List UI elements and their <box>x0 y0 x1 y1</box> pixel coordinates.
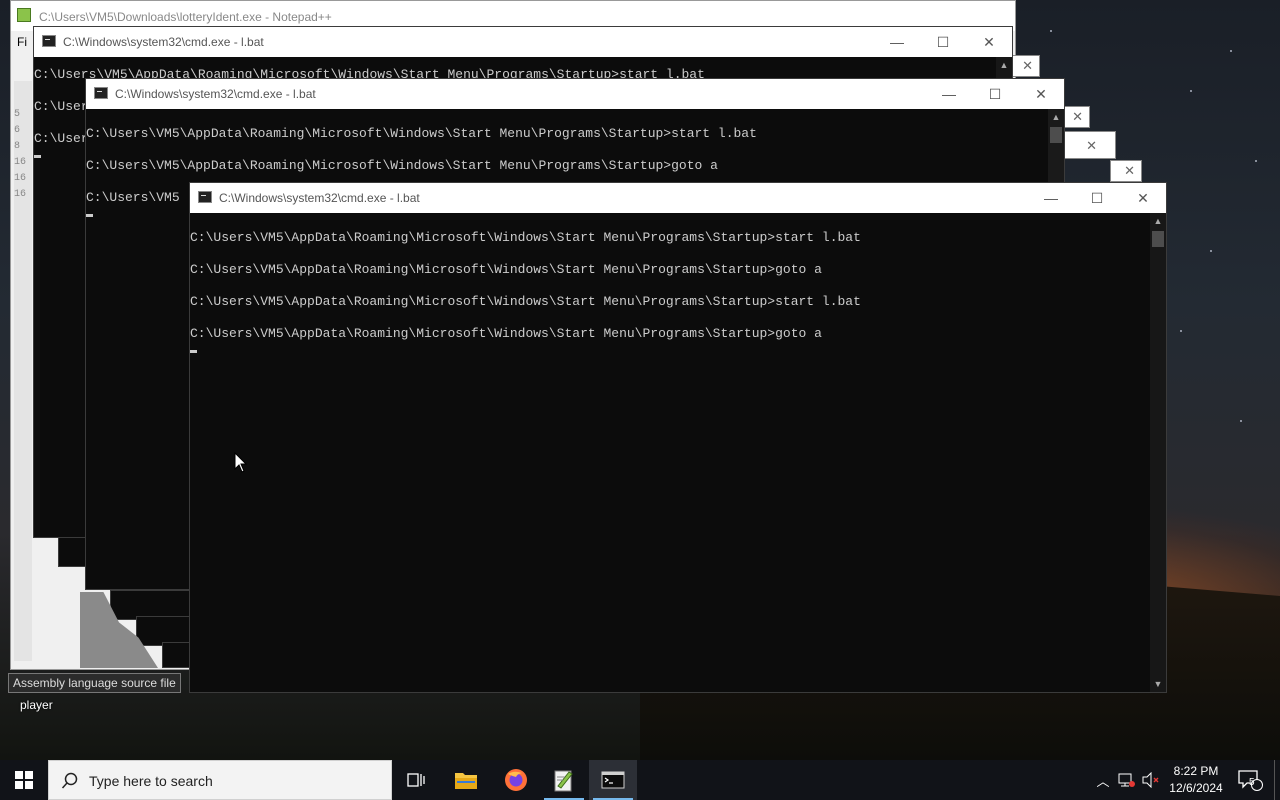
stacked-window-edge[interactable] <box>162 642 190 668</box>
minimize-icon[interactable]: — <box>1028 183 1074 213</box>
mouse-pointer-icon <box>234 452 248 473</box>
text-cursor <box>34 155 41 158</box>
minimize-icon[interactable]: — <box>874 27 920 57</box>
task-view-icon <box>407 773 425 787</box>
notepadpp-menu-file[interactable]: Fi <box>17 35 27 49</box>
star <box>1240 420 1242 422</box>
star <box>1210 250 1212 252</box>
text-cursor <box>190 350 197 353</box>
console-line: C:\Users\VM5\AppData\Roaming\Microsoft\W… <box>190 230 861 245</box>
speaker-muted-icon <box>1142 772 1159 788</box>
search-placeholder: Type here to search <box>89 773 213 789</box>
console-line: C:\Users\VM5\AppData\Roaming\Microsoft\W… <box>190 294 861 309</box>
show-desktop-button[interactable] <box>1274 760 1275 800</box>
console-line: C:\Users\VM5\AppData\Roaming\Microsoft\W… <box>190 262 822 277</box>
clock-date: 12/6/2024 <box>1169 781 1223 795</box>
windows-logo-icon <box>15 771 33 789</box>
chevron-up-icon: ︿ <box>1096 773 1110 789</box>
notepadpp-title: C:\Users\VM5\Downloads\lotteryIdent.exe … <box>39 10 332 24</box>
scroll-thumb[interactable] <box>1152 231 1164 247</box>
action-center-button[interactable]: 5 <box>1232 760 1268 800</box>
task-view-button[interactable] <box>392 760 440 800</box>
notepadpp-taskbar-button[interactable] <box>540 760 588 800</box>
titlebar[interactable]: C:\Windows\system32\cmd.exe - l.bat — ☐ … <box>34 27 1012 57</box>
star <box>1180 330 1182 332</box>
search-box[interactable]: Type here to search <box>48 760 392 800</box>
minimize-icon[interactable]: — <box>926 79 972 109</box>
gutter-number: 5 <box>14 109 21 120</box>
maximize-icon[interactable]: ☐ <box>1074 183 1120 213</box>
scroll-down-icon[interactable]: ▼ <box>1150 676 1166 692</box>
cmd-window-front[interactable]: C:\Windows\system32\cmd.exe - l.bat — ☐ … <box>189 182 1167 693</box>
network-button[interactable] <box>1116 760 1138 800</box>
desktop: C:\Users\VM5\Downloads\lotteryIdent.exe … <box>0 0 1280 760</box>
taskbar: Type here to search ︿ 8:22 PM 12/6/2024 … <box>0 760 1280 800</box>
star <box>1255 160 1257 162</box>
gutter-number: 16 <box>14 189 27 200</box>
close-icon[interactable]: ✕ <box>1124 163 1135 179</box>
titlebar[interactable]: C:\Windows\system32\cmd.exe - l.bat — ☐ … <box>190 183 1166 213</box>
cmd-icon <box>198 191 212 203</box>
cmd-icon <box>94 87 108 99</box>
close-icon[interactable]: ✕ <box>1018 79 1064 109</box>
text-cursor <box>86 214 93 217</box>
notepadpp-icon <box>17 8 31 22</box>
stacked-window-edge[interactable]: ✕ <box>1060 131 1116 159</box>
cmd-taskbar-button[interactable] <box>589 760 637 800</box>
gutter-number: 8 <box>14 141 21 152</box>
notepadpp-gutter: 5 6 8 16 16 16 <box>14 81 32 661</box>
clock[interactable]: 8:22 PM 12/6/2024 <box>1164 763 1228 797</box>
start-button[interactable] <box>0 760 48 800</box>
console-line: C:\Users\VM5\AppData\Roaming\Microsoft\W… <box>86 126 757 141</box>
scrollbar[interactable]: ▲ ▼ <box>1150 213 1166 692</box>
gutter-number: 16 <box>14 157 27 168</box>
folder-icon <box>455 773 477 789</box>
search-icon <box>61 772 78 789</box>
console-output: C:\Users\VM5\AppData\Roaming\Microsoft\W… <box>190 213 1150 692</box>
star <box>1230 50 1232 52</box>
volume-button[interactable] <box>1140 760 1162 800</box>
notification-count: 5 <box>1249 777 1255 788</box>
firefox-button[interactable] <box>492 760 540 800</box>
gutter-number: 16 <box>14 173 27 184</box>
console-line: C:\Users\VM5\AppData\Roaming\Microsoft\W… <box>190 326 822 341</box>
gutter-number: 6 <box>14 125 21 136</box>
maximize-icon[interactable]: ☐ <box>972 79 1018 109</box>
window-title: C:\Windows\system32\cmd.exe - l.bat <box>115 87 316 101</box>
scroll-thumb[interactable] <box>1050 127 1062 143</box>
notepadpp-icon <box>554 770 573 792</box>
star <box>1050 30 1052 32</box>
window-title: C:\Windows\system32\cmd.exe - l.bat <box>219 191 420 205</box>
stacked-window-edge[interactable]: ✕ <box>1110 160 1142 182</box>
firefox-icon <box>505 769 527 791</box>
show-hidden-icons-button[interactable]: ︿ <box>1092 760 1114 800</box>
cmd-icon <box>42 35 56 47</box>
desktop-icon-label[interactable]: player <box>20 698 53 712</box>
scroll-up-icon[interactable]: ▲ <box>996 57 1012 73</box>
window-title: C:\Windows\system32\cmd.exe - l.bat <box>63 35 264 49</box>
scroll-up-icon[interactable]: ▲ <box>1150 213 1166 229</box>
close-icon[interactable]: ✕ <box>1120 183 1166 213</box>
close-icon[interactable]: ✕ <box>1086 138 1097 154</box>
clock-time: 8:22 PM <box>1173 764 1219 778</box>
tooltip: Assembly language source file <box>8 673 181 693</box>
close-icon[interactable]: ✕ <box>1072 109 1083 125</box>
scroll-up-icon[interactable]: ▲ <box>1048 109 1064 125</box>
star <box>1190 90 1192 92</box>
titlebar[interactable]: C:\Windows\system32\cmd.exe - l.bat — ☐ … <box>86 79 1064 109</box>
file-explorer-button[interactable] <box>442 760 490 800</box>
network-icon <box>1118 773 1135 787</box>
close-icon[interactable]: ✕ <box>1022 58 1033 74</box>
close-icon[interactable]: ✕ <box>966 27 1012 57</box>
maximize-icon[interactable]: ☐ <box>920 27 966 57</box>
terminal-icon <box>601 771 625 789</box>
